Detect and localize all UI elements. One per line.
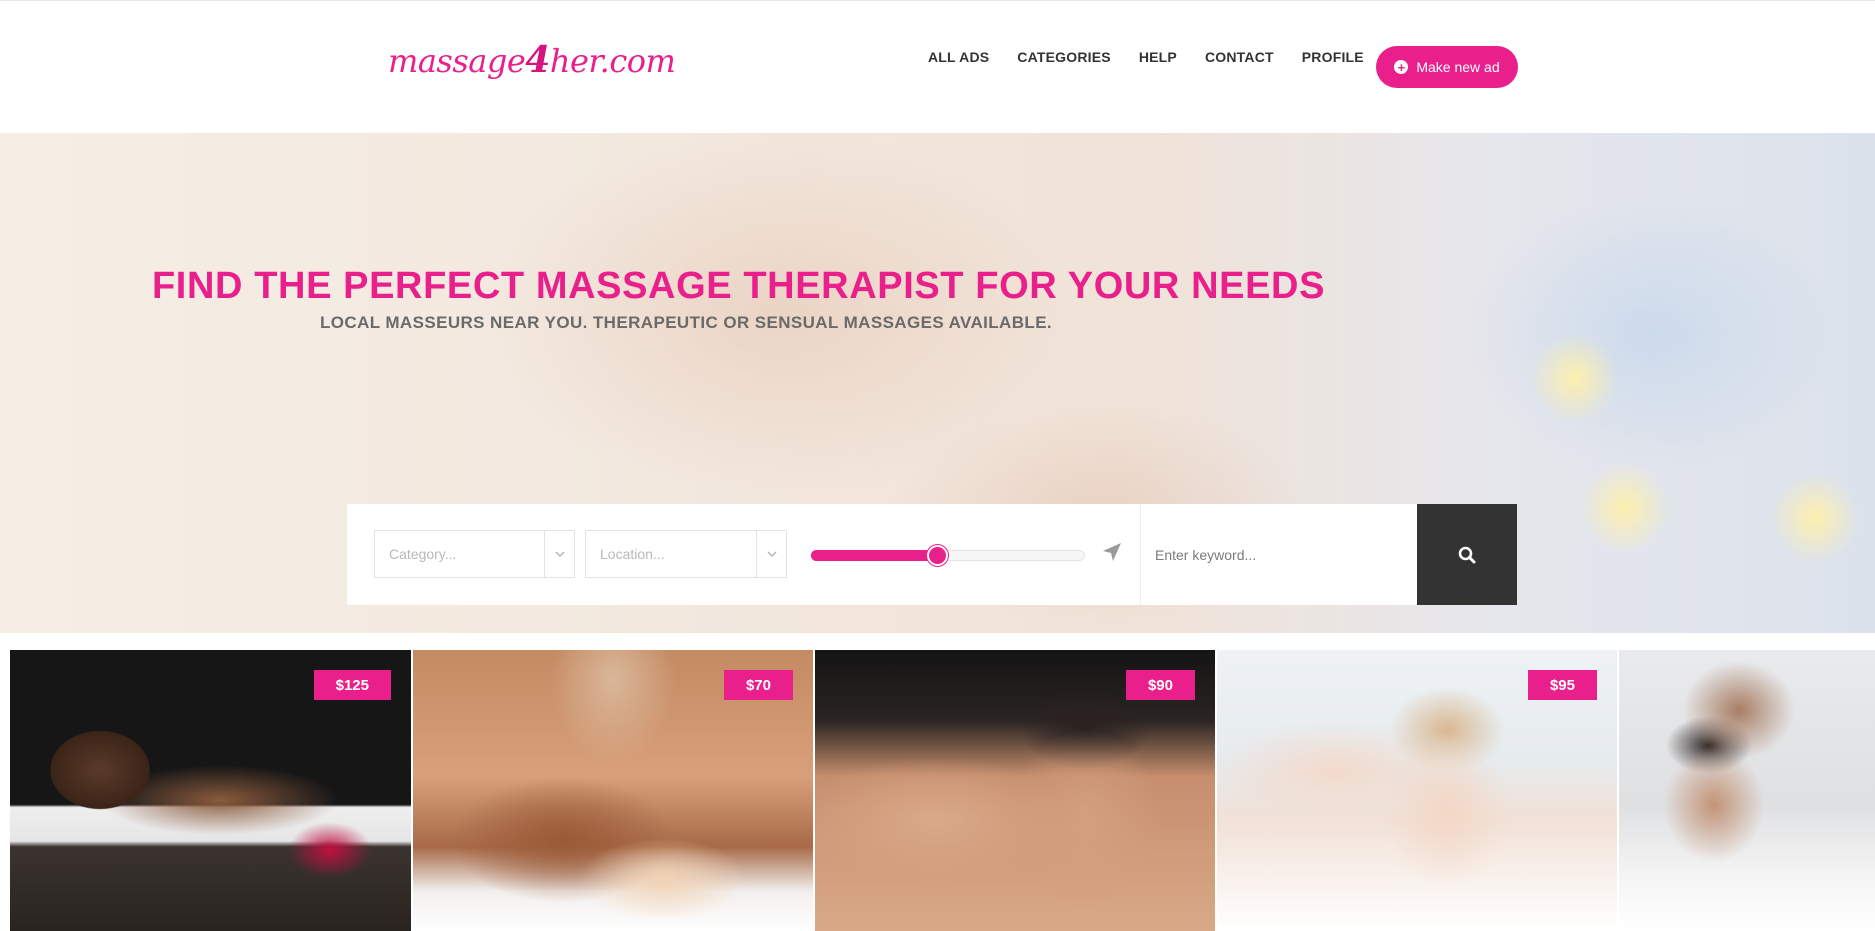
radius-slider-handle[interactable] <box>926 545 948 566</box>
nav-profile[interactable]: PROFILE <box>1302 49 1364 65</box>
logo-text-suffix: her.com <box>549 42 676 80</box>
price-badge: $95 <box>1527 670 1597 700</box>
make-new-ad-label: Make new ad <box>1416 59 1500 75</box>
candle-light-decoration <box>1770 473 1860 563</box>
make-new-ad-button[interactable]: + Make new ad <box>1376 46 1518 88</box>
nav-help[interactable]: HELP <box>1139 49 1177 65</box>
nav-contact[interactable]: CONTACT <box>1205 49 1274 65</box>
nav-categories[interactable]: CATEGORIES <box>1017 49 1111 65</box>
chevron-down-icon <box>756 531 786 577</box>
main-nav: ALL ADS CATEGORIES HELP CONTACT PROFILE <box>928 49 1392 65</box>
site-header: massage4her.com ALL ADS CATEGORIES HELP … <box>0 0 1875 133</box>
candle-light-decoration <box>1530 333 1620 423</box>
hero-title: FIND THE PERFECT MASSAGE THERAPIST FOR Y… <box>152 265 1326 307</box>
search-icon <box>1458 546 1476 563</box>
logo-text-prefix: massage <box>388 42 526 80</box>
chevron-down-icon <box>544 531 574 577</box>
listing-card[interactable]: $90 <box>815 650 1215 931</box>
keyword-input[interactable] <box>1141 504 1417 605</box>
logo-text-four: 4 <box>525 39 550 81</box>
listing-photo <box>1619 650 1875 931</box>
listing-card[interactable]: $95 <box>1217 650 1617 931</box>
listing-card[interactable]: $125 <box>10 650 411 931</box>
listing-card[interactable] <box>1619 650 1875 931</box>
radius-slider-fill <box>811 550 937 561</box>
location-select[interactable]: Location... <box>585 530 787 578</box>
site-logo[interactable]: massage4her.com <box>388 39 676 81</box>
candle-light-decoration <box>1580 463 1670 553</box>
hero-subtitle: LOCAL MASSEURS NEAR YOU. THERAPEUTIC OR … <box>320 313 1053 332</box>
price-badge: $70 <box>723 670 793 700</box>
location-select-placeholder: Location... <box>600 546 665 562</box>
price-badge: $125 <box>313 670 391 700</box>
listings-carousel: $125 $70 $90 $95 <box>0 633 1875 931</box>
category-select[interactable]: Category... <box>374 530 575 578</box>
category-select-placeholder: Category... <box>389 546 457 562</box>
listing-card[interactable]: $70 <box>413 650 813 931</box>
price-badge: $90 <box>1125 670 1195 700</box>
location-arrow-icon[interactable] <box>1100 540 1124 564</box>
search-submit-button[interactable] <box>1417 504 1517 605</box>
search-bar: Category... Location... <box>347 504 1517 605</box>
nav-all-ads[interactable]: ALL ADS <box>928 49 989 65</box>
radius-slider[interactable] <box>810 545 1085 566</box>
plus-circle-icon: + <box>1394 60 1409 74</box>
